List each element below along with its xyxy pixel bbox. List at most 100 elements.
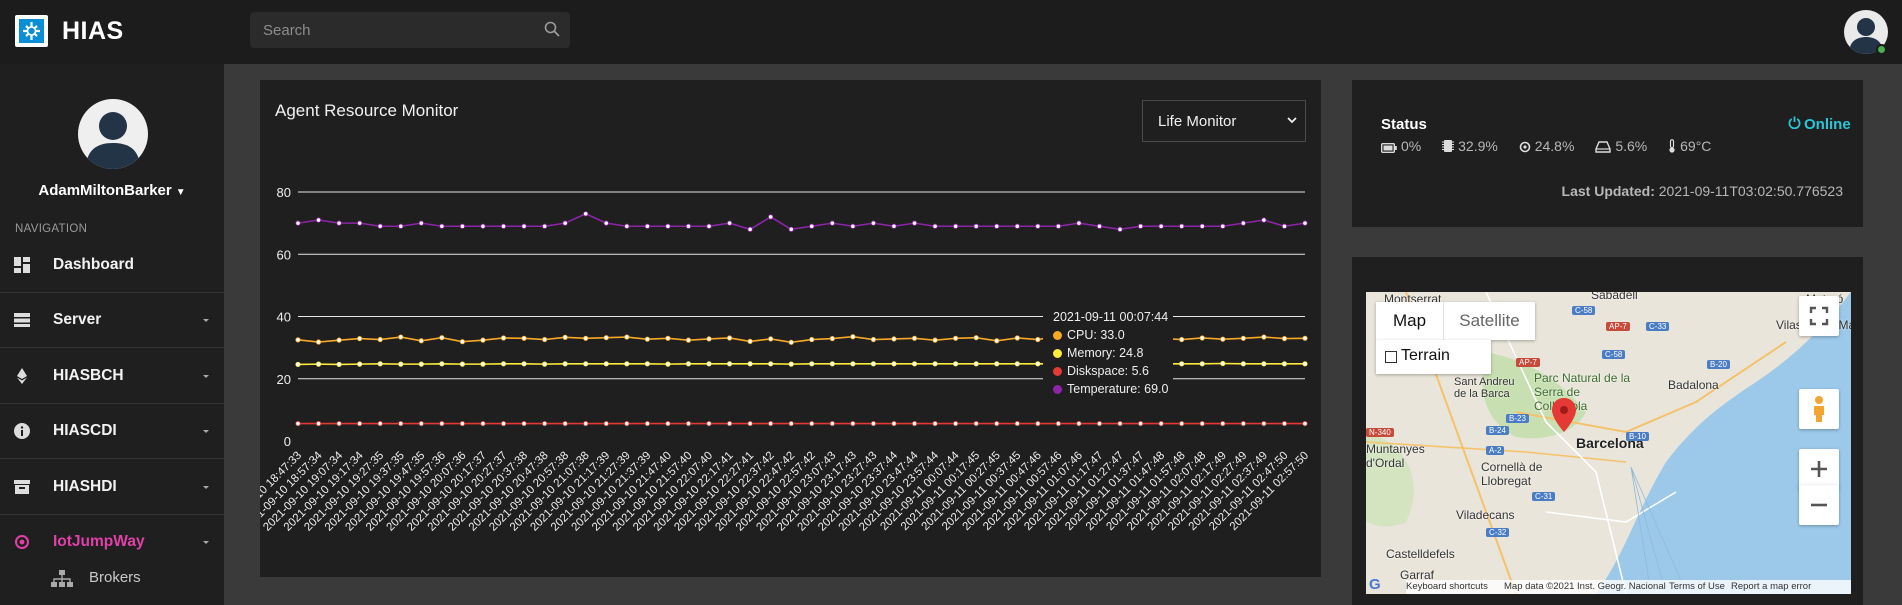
data-point-diskspace [624,420,630,427]
data-point-memory [1281,361,1288,367]
data-point-cpu [953,335,959,341]
data-point-diskspace [809,420,815,427]
user-name: AdamMiltonBarker [38,182,172,199]
sidebar-item-hiascdi[interactable]: HIASCDI [0,404,224,459]
data-point-temperature [685,223,692,229]
tooltip-row-text: Diskspace: 5.6 [1067,364,1149,378]
sidebar-subitem-brokers[interactable]: Brokers [0,564,224,594]
logo-icon [19,19,44,43]
sidebar-item-dashboard[interactable]: Dashboard [0,238,224,293]
sidebar-item-iotjumpway[interactable]: IotJumpWay [0,515,224,570]
keyboard-shortcuts-link[interactable]: Keyboard shortcuts [1406,581,1488,592]
data-point-temperature [1220,223,1226,229]
data-point-memory [439,361,445,367]
data-point-cpu [788,339,794,345]
sidebar-item-label: HIASBCH [53,367,124,384]
sidebar-item-hiashdi[interactable]: HIASHDI [0,460,224,515]
zoom-out-button[interactable] [1799,485,1839,525]
data-point-temperature [747,226,753,232]
data-point-diskspace [398,420,404,427]
tab-map[interactable]: Map [1376,302,1443,340]
data-point-memory [870,361,877,367]
data-point-cpu [809,336,815,343]
terrain-toggle[interactable]: Terrain [1376,340,1491,374]
data-point-memory [891,361,897,367]
fullscreen-button[interactable] [1799,296,1839,336]
map-view[interactable]: Montserrat Sabadell Mataró Vilassar de M… [1366,292,1851,594]
data-point-diskspace [1096,420,1103,427]
profile-avatar[interactable] [78,99,148,169]
legend-dot [1053,385,1062,394]
data-point-diskspace [1117,420,1123,427]
data-point-cpu [973,335,979,341]
data-point-memory [1302,361,1308,367]
data-point-memory [685,361,692,367]
map-label: Sant Andreu de la Barca [1454,376,1515,400]
map-marker-icon[interactable] [1552,398,1576,432]
search-icon[interactable] [544,21,560,42]
data-point-diskspace [583,420,589,427]
minus-icon [1811,503,1827,507]
data-point-cpu [1014,335,1020,341]
metric-value: 0% [1401,138,1422,154]
metric-cpu: 32.9% [1442,138,1498,154]
data-point-memory [583,361,589,367]
data-point-cpu [500,335,507,341]
road-shield: C-32 [1486,528,1510,537]
road-shield: AP-7 [1606,322,1630,331]
data-point-cpu [521,335,527,341]
data-point-temperature [398,223,404,229]
app-brand: HIAS [62,17,124,45]
data-point-cpu [336,337,342,343]
agent-select[interactable]: Life Monitor [1142,100,1306,142]
data-point-temperature [1076,220,1082,226]
sidebar-item-label: HIASCDI [53,422,117,439]
nav-section-label: NAVIGATION [15,223,88,235]
caret-down-icon: ▼ [175,187,186,198]
sidebar-item-server[interactable]: Server [0,293,224,348]
data-point-temperature [562,220,568,226]
data-point-temperature [603,220,609,226]
data-point-diskspace [418,420,424,427]
map-label: Cornellà de Llobregat [1481,460,1543,488]
data-point-memory [1199,361,1205,367]
tooltip-title: 2021-09-11 00:07:44 [1053,310,1169,324]
tab-satellite[interactable]: Satellite [1443,302,1535,340]
road-shield: B-23 [1506,414,1529,423]
data-point-temperature [932,223,938,229]
chevron-down-icon [203,430,209,433]
data-point-cpu [747,338,753,344]
terrain-checkbox[interactable] [1385,351,1397,363]
data-point-temperature [315,217,322,223]
power-icon [1788,116,1801,129]
data-point-temperature [1014,223,1020,229]
tooltip-row-text: CPU: 33.0 [1067,328,1125,342]
status-metrics: 0% 32.9% 24.8% 5.6% 69°C [1380,138,1728,154]
data-point-memory [973,361,979,367]
chevron-down-icon [203,486,209,489]
data-point-temperature [706,223,712,229]
sidebar-item-hiasbch[interactable]: HIASBCH [0,349,224,404]
logo[interactable] [15,15,48,47]
road-shield: B-10 [1626,432,1649,441]
search-input[interactable] [250,12,530,48]
user-menu[interactable]: AdamMiltonBarker ▼ [0,182,224,199]
data-point-diskspace [315,420,322,427]
search-box [250,12,570,48]
zoom-in-button[interactable] [1799,449,1839,489]
data-point-diskspace [1014,420,1020,427]
tooltip-row-cpu: CPU: 33.0 [1053,328,1125,342]
report-error-link[interactable]: Report a map error [1731,581,1811,592]
data-point-cpu [1179,336,1185,343]
data-point-memory [665,361,671,367]
chart-tooltip: 2021-09-11 00:07:44 CPU: 33.0 Memory: 24… [1043,305,1173,405]
metric-value: 24.8% [1534,138,1575,154]
google-logo: G [1369,576,1381,593]
data-point-memory [562,361,568,367]
pegman-button[interactable] [1799,389,1839,429]
terms-link[interactable]: Terms of Use [1669,581,1725,592]
resource-monitor-panel: 0 20 40 60 80 2021-09-10 18:47:33 2021-09-10 1… [260,80,1321,577]
data-point-diskspace [521,420,527,427]
data-point-temperature [624,223,630,229]
data-point-memory [459,361,466,367]
